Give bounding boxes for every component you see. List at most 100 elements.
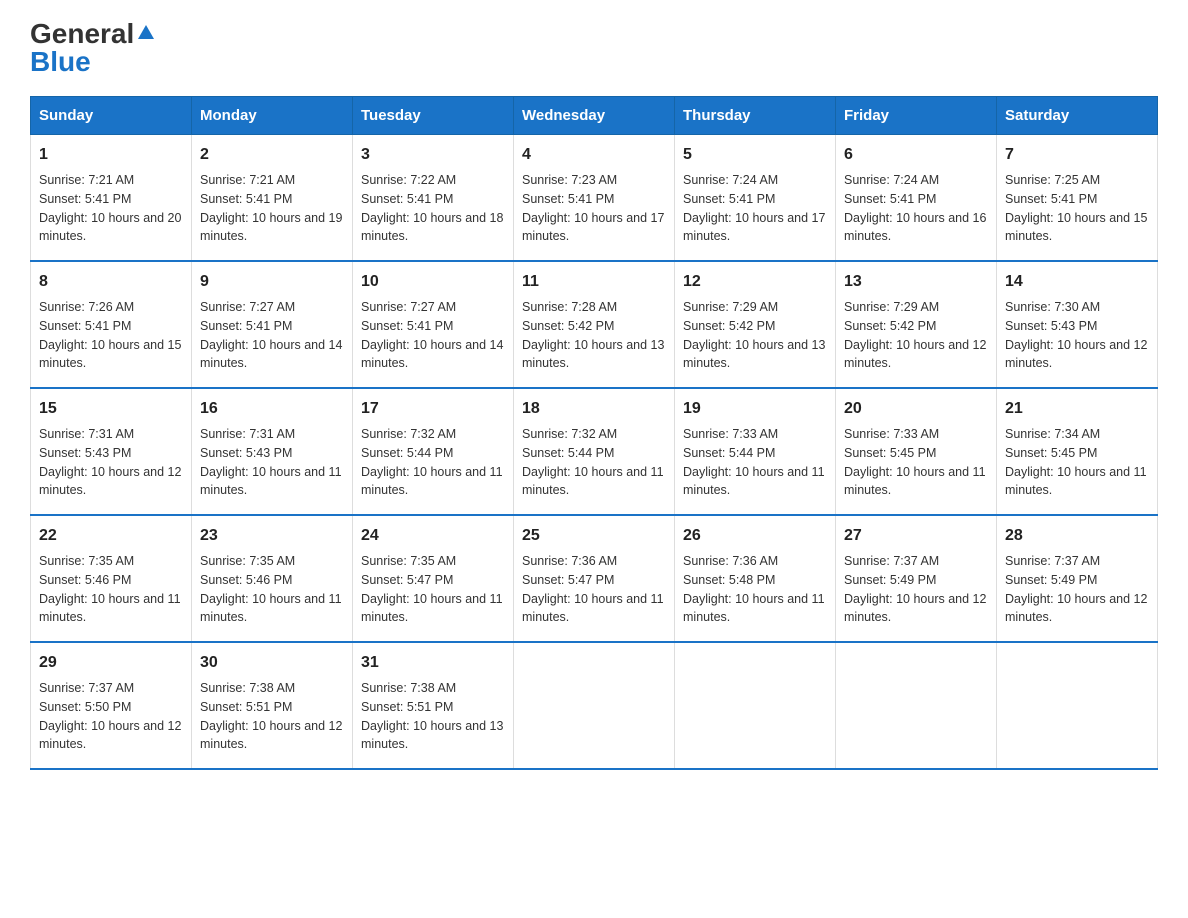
- calendar-day-cell: 22 Sunrise: 7:35 AMSunset: 5:46 PMDaylig…: [31, 515, 192, 642]
- day-info: Sunrise: 7:33 AMSunset: 5:45 PMDaylight:…: [844, 427, 986, 497]
- calendar-day-cell: 11 Sunrise: 7:28 AMSunset: 5:42 PMDaylig…: [514, 261, 675, 388]
- day-number: 11: [522, 270, 666, 294]
- calendar-day-cell: 5 Sunrise: 7:24 AMSunset: 5:41 PMDayligh…: [675, 135, 836, 262]
- day-number: 21: [1005, 397, 1149, 421]
- day-info: Sunrise: 7:28 AMSunset: 5:42 PMDaylight:…: [522, 300, 664, 370]
- calendar-day-cell: 17 Sunrise: 7:32 AMSunset: 5:44 PMDaylig…: [353, 388, 514, 515]
- day-info: Sunrise: 7:32 AMSunset: 5:44 PMDaylight:…: [522, 427, 664, 497]
- day-number: 17: [361, 397, 505, 421]
- logo: General Blue: [30, 20, 155, 76]
- day-number: 27: [844, 524, 988, 548]
- calendar-day-cell: 10 Sunrise: 7:27 AMSunset: 5:41 PMDaylig…: [353, 261, 514, 388]
- calendar-day-cell: 6 Sunrise: 7:24 AMSunset: 5:41 PMDayligh…: [836, 135, 997, 262]
- day-info: Sunrise: 7:38 AMSunset: 5:51 PMDaylight:…: [361, 681, 503, 751]
- header-tuesday: Tuesday: [353, 97, 514, 135]
- day-info: Sunrise: 7:36 AMSunset: 5:47 PMDaylight:…: [522, 554, 664, 624]
- calendar-day-cell: 24 Sunrise: 7:35 AMSunset: 5:47 PMDaylig…: [353, 515, 514, 642]
- day-info: Sunrise: 7:35 AMSunset: 5:47 PMDaylight:…: [361, 554, 503, 624]
- calendar-day-cell: 28 Sunrise: 7:37 AMSunset: 5:49 PMDaylig…: [997, 515, 1158, 642]
- day-info: Sunrise: 7:21 AMSunset: 5:41 PMDaylight:…: [39, 173, 181, 243]
- calendar-header-row: SundayMondayTuesdayWednesdayThursdayFrid…: [31, 97, 1158, 135]
- calendar-day-cell: 18 Sunrise: 7:32 AMSunset: 5:44 PMDaylig…: [514, 388, 675, 515]
- calendar-day-cell: 2 Sunrise: 7:21 AMSunset: 5:41 PMDayligh…: [192, 135, 353, 262]
- day-info: Sunrise: 7:30 AMSunset: 5:43 PMDaylight:…: [1005, 300, 1147, 370]
- day-number: 20: [844, 397, 988, 421]
- calendar-day-cell: 19 Sunrise: 7:33 AMSunset: 5:44 PMDaylig…: [675, 388, 836, 515]
- calendar-day-cell: [675, 642, 836, 769]
- day-number: 5: [683, 143, 827, 167]
- day-number: 23: [200, 524, 344, 548]
- day-info: Sunrise: 7:22 AMSunset: 5:41 PMDaylight:…: [361, 173, 503, 243]
- day-number: 9: [200, 270, 344, 294]
- calendar-day-cell: 13 Sunrise: 7:29 AMSunset: 5:42 PMDaylig…: [836, 261, 997, 388]
- day-number: 4: [522, 143, 666, 167]
- day-number: 12: [683, 270, 827, 294]
- calendar-day-cell: 30 Sunrise: 7:38 AMSunset: 5:51 PMDaylig…: [192, 642, 353, 769]
- day-info: Sunrise: 7:36 AMSunset: 5:48 PMDaylight:…: [683, 554, 825, 624]
- day-number: 2: [200, 143, 344, 167]
- day-number: 7: [1005, 143, 1149, 167]
- day-number: 30: [200, 651, 344, 675]
- header-saturday: Saturday: [997, 97, 1158, 135]
- header-sunday: Sunday: [31, 97, 192, 135]
- day-info: Sunrise: 7:27 AMSunset: 5:41 PMDaylight:…: [200, 300, 342, 370]
- day-info: Sunrise: 7:37 AMSunset: 5:49 PMDaylight:…: [844, 554, 986, 624]
- calendar-week-row: 15 Sunrise: 7:31 AMSunset: 5:43 PMDaylig…: [31, 388, 1158, 515]
- calendar-day-cell: 12 Sunrise: 7:29 AMSunset: 5:42 PMDaylig…: [675, 261, 836, 388]
- day-info: Sunrise: 7:29 AMSunset: 5:42 PMDaylight:…: [683, 300, 825, 370]
- calendar-day-cell: 27 Sunrise: 7:37 AMSunset: 5:49 PMDaylig…: [836, 515, 997, 642]
- day-number: 16: [200, 397, 344, 421]
- calendar-day-cell: 23 Sunrise: 7:35 AMSunset: 5:46 PMDaylig…: [192, 515, 353, 642]
- day-number: 31: [361, 651, 505, 675]
- day-info: Sunrise: 7:38 AMSunset: 5:51 PMDaylight:…: [200, 681, 342, 751]
- calendar-day-cell: [514, 642, 675, 769]
- day-number: 25: [522, 524, 666, 548]
- calendar-day-cell: 25 Sunrise: 7:36 AMSunset: 5:47 PMDaylig…: [514, 515, 675, 642]
- header-monday: Monday: [192, 97, 353, 135]
- calendar-week-row: 1 Sunrise: 7:21 AMSunset: 5:41 PMDayligh…: [31, 135, 1158, 262]
- calendar-day-cell: 8 Sunrise: 7:26 AMSunset: 5:41 PMDayligh…: [31, 261, 192, 388]
- day-info: Sunrise: 7:24 AMSunset: 5:41 PMDaylight:…: [844, 173, 986, 243]
- day-info: Sunrise: 7:27 AMSunset: 5:41 PMDaylight:…: [361, 300, 503, 370]
- day-number: 14: [1005, 270, 1149, 294]
- header-wednesday: Wednesday: [514, 97, 675, 135]
- calendar-day-cell: 26 Sunrise: 7:36 AMSunset: 5:48 PMDaylig…: [675, 515, 836, 642]
- day-number: 28: [1005, 524, 1149, 548]
- calendar-day-cell: [836, 642, 997, 769]
- calendar-day-cell: [997, 642, 1158, 769]
- page-header: General Blue: [30, 20, 1158, 76]
- calendar-day-cell: 21 Sunrise: 7:34 AMSunset: 5:45 PMDaylig…: [997, 388, 1158, 515]
- day-info: Sunrise: 7:37 AMSunset: 5:49 PMDaylight:…: [1005, 554, 1147, 624]
- day-number: 10: [361, 270, 505, 294]
- calendar-day-cell: 4 Sunrise: 7:23 AMSunset: 5:41 PMDayligh…: [514, 135, 675, 262]
- calendar-day-cell: 1 Sunrise: 7:21 AMSunset: 5:41 PMDayligh…: [31, 135, 192, 262]
- calendar-day-cell: 7 Sunrise: 7:25 AMSunset: 5:41 PMDayligh…: [997, 135, 1158, 262]
- calendar-week-row: 22 Sunrise: 7:35 AMSunset: 5:46 PMDaylig…: [31, 515, 1158, 642]
- header-thursday: Thursday: [675, 97, 836, 135]
- calendar-day-cell: 16 Sunrise: 7:31 AMSunset: 5:43 PMDaylig…: [192, 388, 353, 515]
- day-info: Sunrise: 7:24 AMSunset: 5:41 PMDaylight:…: [683, 173, 825, 243]
- day-number: 6: [844, 143, 988, 167]
- day-info: Sunrise: 7:35 AMSunset: 5:46 PMDaylight:…: [200, 554, 342, 624]
- calendar-day-cell: 9 Sunrise: 7:27 AMSunset: 5:41 PMDayligh…: [192, 261, 353, 388]
- calendar-day-cell: 31 Sunrise: 7:38 AMSunset: 5:51 PMDaylig…: [353, 642, 514, 769]
- day-number: 1: [39, 143, 183, 167]
- day-number: 29: [39, 651, 183, 675]
- day-number: 13: [844, 270, 988, 294]
- day-info: Sunrise: 7:34 AMSunset: 5:45 PMDaylight:…: [1005, 427, 1147, 497]
- header-friday: Friday: [836, 97, 997, 135]
- logo-blue-text: Blue: [30, 46, 91, 77]
- logo-triangle-icon: [137, 23, 155, 45]
- day-info: Sunrise: 7:31 AMSunset: 5:43 PMDaylight:…: [200, 427, 342, 497]
- day-number: 26: [683, 524, 827, 548]
- calendar-day-cell: 20 Sunrise: 7:33 AMSunset: 5:45 PMDaylig…: [836, 388, 997, 515]
- day-number: 19: [683, 397, 827, 421]
- day-info: Sunrise: 7:33 AMSunset: 5:44 PMDaylight:…: [683, 427, 825, 497]
- day-info: Sunrise: 7:23 AMSunset: 5:41 PMDaylight:…: [522, 173, 664, 243]
- day-number: 24: [361, 524, 505, 548]
- day-number: 8: [39, 270, 183, 294]
- day-info: Sunrise: 7:31 AMSunset: 5:43 PMDaylight:…: [39, 427, 181, 497]
- day-info: Sunrise: 7:29 AMSunset: 5:42 PMDaylight:…: [844, 300, 986, 370]
- calendar-week-row: 29 Sunrise: 7:37 AMSunset: 5:50 PMDaylig…: [31, 642, 1158, 769]
- calendar-table: SundayMondayTuesdayWednesdayThursdayFrid…: [30, 96, 1158, 770]
